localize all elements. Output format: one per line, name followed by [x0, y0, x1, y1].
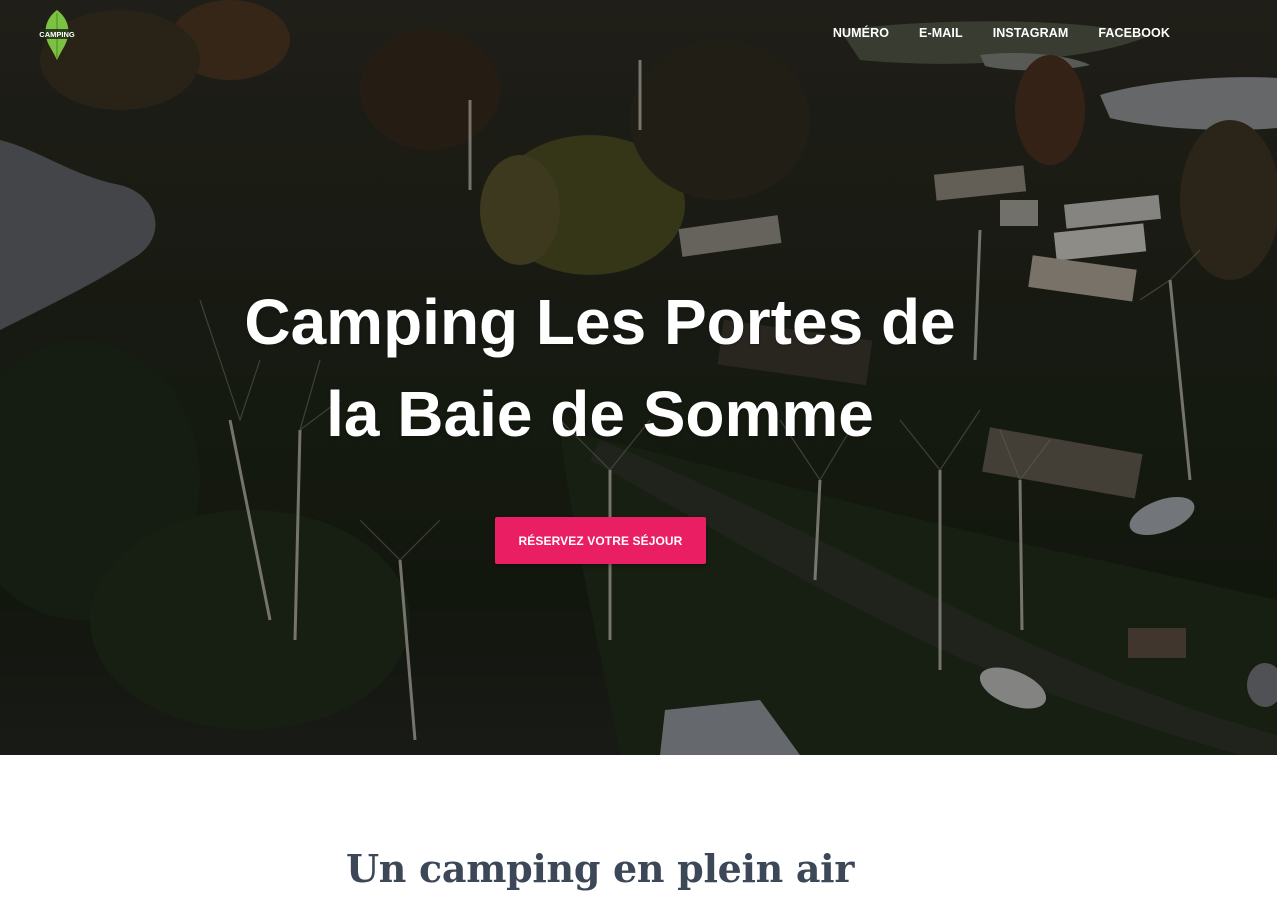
nav-item-facebook[interactable]: FACEBOOK [1098, 26, 1170, 40]
hero-title-line-1: Camping Les Portes de [244, 286, 956, 358]
hero-section: CAMPING NUMÉRO E-MAIL INSTAGRAM FACEBOOK… [0, 0, 1277, 755]
hero-title-line-2: la Baie de Somme [326, 378, 874, 450]
nav-item-instagram[interactable]: INSTAGRAM [993, 26, 1069, 40]
book-stay-button[interactable]: RÉSERVEZ VOTRE SÉJOUR [495, 517, 706, 564]
nav-item-numero[interactable]: NUMÉRO [833, 26, 889, 40]
leaf-icon: CAMPING [39, 10, 75, 60]
camping-logo[interactable]: CAMPING [39, 9, 75, 61]
nav-item-email[interactable]: E-MAIL [919, 26, 963, 40]
main-nav: NUMÉRO E-MAIL INSTAGRAM FACEBOOK [833, 26, 1170, 40]
logo-text: CAMPING [39, 30, 75, 39]
hero-title: Camping Les Portes de la Baie de Somme [0, 276, 1200, 460]
section-title: Un camping en plein air [345, 846, 855, 891]
